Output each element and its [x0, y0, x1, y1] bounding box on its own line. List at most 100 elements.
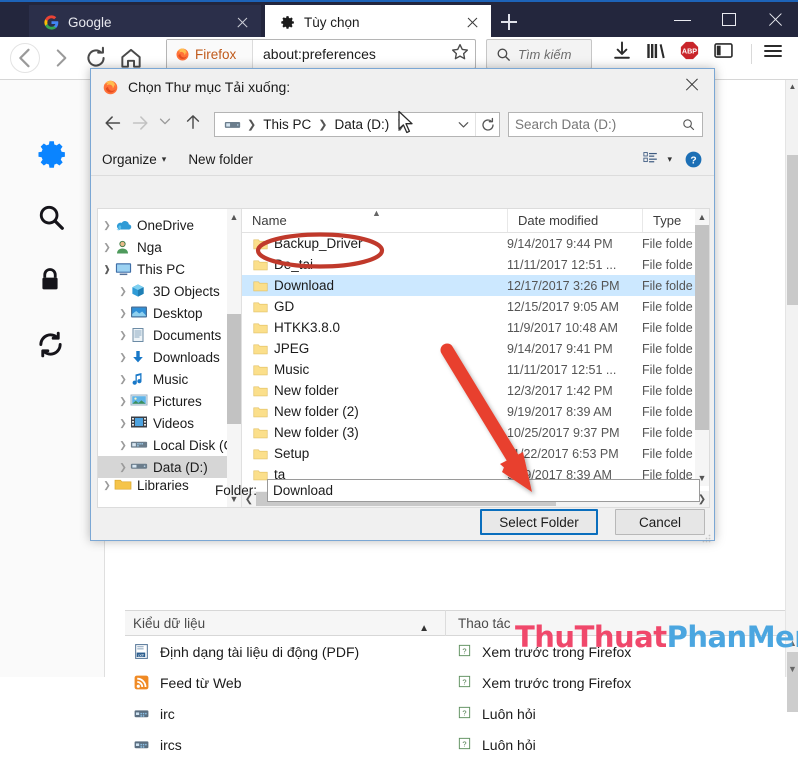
- library-icon[interactable]: [644, 39, 674, 69]
- table-row[interactable]: irc ? Luôn hỏi: [125, 698, 785, 729]
- scrollbar-thumb[interactable]: [787, 652, 798, 712]
- breadcrumb-this-pc[interactable]: This PC: [259, 117, 315, 132]
- scroll-down-icon[interactable]: ▼: [786, 662, 798, 677]
- chevron-right-icon[interactable]: ❯: [116, 440, 130, 451]
- chevron-right-icon[interactable]: ❯: [100, 220, 114, 231]
- tree-item-downloads[interactable]: ❯ Downloads: [98, 346, 241, 368]
- breadcrumb-data-drive[interactable]: Data (D:): [330, 117, 393, 132]
- search-input[interactable]: Search Data (D:): [508, 111, 703, 137]
- window-maximize-button[interactable]: [706, 2, 752, 36]
- music-icon: [130, 371, 149, 388]
- close-icon[interactable]: [670, 69, 714, 101]
- tab-tuy-chon[interactable]: Tùy chọn: [265, 5, 491, 39]
- adblock-icon[interactable]: ABP: [678, 39, 708, 69]
- tree-item-pictures[interactable]: ❯ Pictures: [98, 390, 241, 412]
- star-icon[interactable]: [449, 41, 475, 67]
- tree-item-this-pc[interactable]: ❱ This PC: [98, 258, 241, 280]
- column-header-name[interactable]: Name ▲: [242, 209, 507, 232]
- chevron-right-icon[interactable]: ❯: [116, 462, 130, 473]
- sync-icon[interactable]: [36, 330, 69, 363]
- table-row[interactable]: Feed từ Web ? Xem trước trong Firefox: [125, 667, 785, 698]
- column-header-content-type[interactable]: Kiểu dữ liệu ▲: [125, 616, 445, 634]
- download-icon[interactable]: [610, 39, 640, 69]
- window-minimize-button[interactable]: [660, 2, 706, 36]
- close-icon[interactable]: [234, 14, 251, 31]
- preferences-scrollbar[interactable]: ▲: [785, 80, 798, 677]
- chevron-right-icon[interactable]: ❯: [116, 352, 130, 363]
- chevron-right-icon[interactable]: ❯: [116, 308, 130, 319]
- resize-grip[interactable]: [701, 530, 711, 543]
- chevron-right-icon[interactable]: ❯: [116, 396, 130, 407]
- column-header-date-modified[interactable]: Date modified: [507, 209, 642, 232]
- search-input[interactable]: Tìm kiếm: [518, 47, 571, 62]
- gear-icon[interactable]: [36, 138, 69, 171]
- tree-item-music[interactable]: ❯ Music: [98, 368, 241, 390]
- search-bar[interactable]: Tìm kiếm: [486, 39, 592, 69]
- forward-arrow-icon[interactable]: [48, 45, 75, 72]
- close-icon[interactable]: [464, 14, 481, 31]
- organize-button[interactable]: Organize ▾: [102, 152, 166, 167]
- table-row[interactable]: Music 11/11/2017 12:51 ... File folde: [242, 359, 709, 380]
- table-row[interactable]: New folder (2) 9/19/2017 8:39 AM File fo…: [242, 401, 709, 422]
- up-arrow-icon[interactable]: [183, 112, 207, 136]
- file-list-scrollbar[interactable]: ▲ ▼: [695, 209, 709, 486]
- table-row[interactable]: HTKK3.8.0 11/9/2017 10:48 AM File folde: [242, 317, 709, 338]
- forward-arrow-icon[interactable]: [129, 112, 153, 136]
- tree-item-videos[interactable]: ❯ Videos: [98, 412, 241, 434]
- chevron-down-icon[interactable]: ❱: [100, 264, 114, 275]
- address-breadcrumb-bar[interactable]: ❯ This PC ❯ Data (D:) ❯: [214, 111, 500, 137]
- table-row[interactable]: New folder (3) 10/25/2017 9:37 PM File f…: [242, 422, 709, 443]
- menu-icon[interactable]: [761, 39, 791, 69]
- url-bar[interactable]: Firefox about:preferences: [166, 39, 476, 69]
- row-action[interactable]: ? Luôn hỏi: [445, 736, 536, 753]
- column-header-action[interactable]: Thao tác: [445, 610, 511, 636]
- tree-item-local-disk-c[interactable]: ❯ Local Disk (C:): [98, 434, 241, 456]
- tree-item-nga[interactable]: ❯ Nga: [98, 236, 241, 258]
- tree-scrollbar[interactable]: ▲ ▼: [227, 209, 241, 507]
- lock-icon[interactable]: [36, 266, 69, 299]
- table-row[interactable]: GD 12/15/2017 9:05 AM File folde: [242, 296, 709, 317]
- tree-item-3d-objects[interactable]: ❯ 3D Objects: [98, 280, 241, 302]
- scroll-up-icon[interactable]: ▲: [786, 80, 798, 94]
- new-folder-button[interactable]: New folder: [188, 152, 253, 167]
- sidebar-icon[interactable]: [712, 39, 742, 69]
- search-icon[interactable]: [36, 202, 69, 235]
- tree-item-desktop[interactable]: ❯ Desktop: [98, 302, 241, 324]
- chevron-right-icon[interactable]: ❯: [116, 418, 130, 429]
- recent-locations-icon[interactable]: [156, 112, 180, 136]
- chevron-right-icon[interactable]: ❯: [116, 330, 130, 341]
- scroll-up-icon[interactable]: ▲: [695, 209, 709, 225]
- window-close-button[interactable]: [752, 2, 798, 36]
- scrollbar-thumb[interactable]: [695, 225, 709, 430]
- table-row[interactable]: New folder 12/3/2017 1:42 PM File folde: [242, 380, 709, 401]
- folder-tree[interactable]: ❯ OneDrive ❯ Nga ❱ This PC ❯ 3D Objects …: [98, 209, 241, 507]
- back-arrow-icon[interactable]: [102, 112, 126, 136]
- tab-google[interactable]: Google: [29, 5, 261, 39]
- tree-item-onedrive[interactable]: ❯ OneDrive: [98, 214, 241, 236]
- new-tab-button[interactable]: [496, 10, 522, 34]
- chevron-right-icon[interactable]: ❯: [116, 374, 130, 385]
- table-row[interactable]: ircs ? Luôn hỏi: [125, 729, 785, 760]
- cancel-button[interactable]: Cancel: [615, 509, 705, 535]
- table-row[interactable]: Backup_Driver 9/14/2017 9:44 PM File fol…: [242, 233, 709, 254]
- chevron-down-icon[interactable]: [453, 113, 475, 136]
- help-icon[interactable]: ?: [684, 150, 703, 169]
- table-row[interactable]: JPEG 9/14/2017 9:41 PM File folde: [242, 338, 709, 359]
- refresh-icon[interactable]: [475, 112, 499, 136]
- view-options-button[interactable]: ▾: [643, 151, 672, 167]
- tree-item-documents[interactable]: ❯ Documents: [98, 324, 241, 346]
- back-arrow-icon[interactable]: [10, 43, 40, 73]
- chevron-right-icon[interactable]: ❯: [116, 286, 130, 297]
- url-input[interactable]: about:preferences: [253, 46, 449, 62]
- row-action[interactable]: ? Luôn hỏi: [445, 705, 536, 722]
- folder-input[interactable]: Download: [267, 478, 700, 502]
- table-row-selected[interactable]: Download 12/17/2017 3:26 PM File folde: [242, 275, 709, 296]
- select-folder-button[interactable]: Select Folder: [480, 509, 598, 535]
- scrollbar-thumb[interactable]: [227, 314, 241, 424]
- chevron-right-icon[interactable]: ❯: [100, 242, 114, 253]
- table-row[interactable]: Setup 11/22/2017 6:53 PM File folde: [242, 443, 709, 464]
- scroll-up-icon[interactable]: ▲: [227, 209, 241, 225]
- table-row[interactable]: De_tai 11/11/2017 12:51 ... File folde: [242, 254, 709, 275]
- scrollbar-thumb[interactable]: [787, 155, 798, 305]
- sort-ascending-icon: ▲: [419, 622, 429, 634]
